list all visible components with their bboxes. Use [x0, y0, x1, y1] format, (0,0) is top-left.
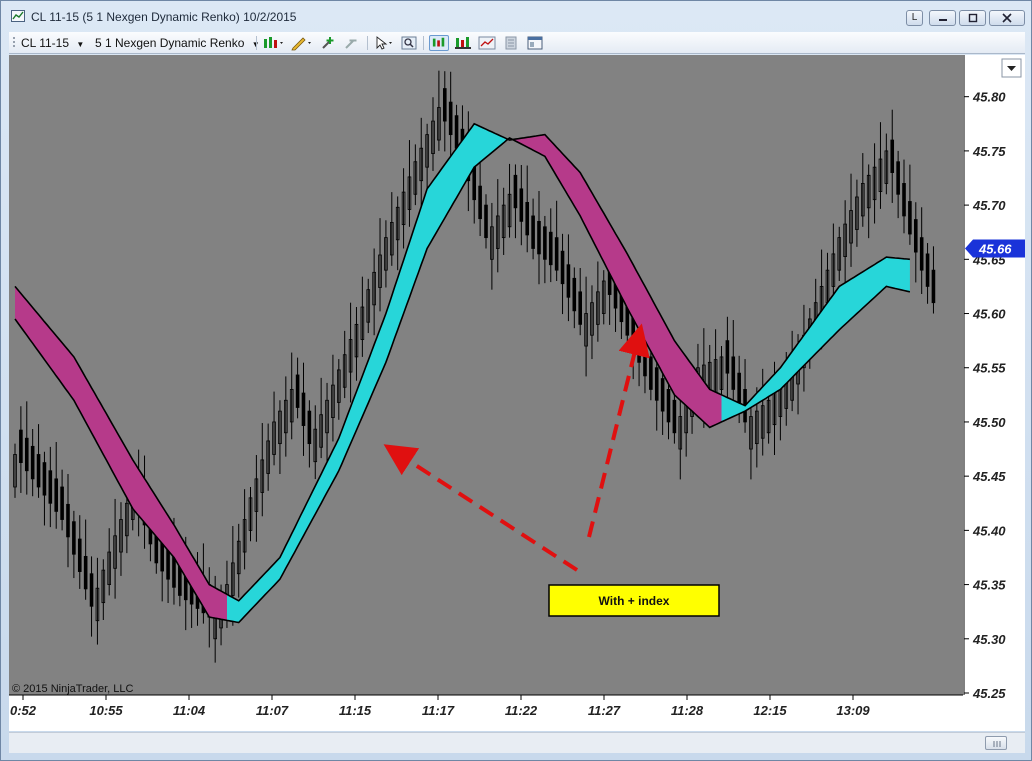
price-tick-label: 45.70: [972, 198, 1006, 213]
maximize-icon: [968, 13, 977, 23]
time-tick-label: 11:22: [505, 703, 538, 718]
price-tick-label: 45.45: [972, 469, 1006, 484]
price-axis[interactable]: 45.25 45.30 45.35 45.40 45.45 45.50 45.55 45.60…: [963, 55, 1025, 731]
time-tick-label: 11:15: [339, 703, 372, 718]
annotation-box: With + index: [548, 584, 720, 617]
minimize-button[interactable]: [929, 10, 956, 26]
cursor-icon[interactable]: [373, 35, 397, 51]
toolbar-separator: [367, 36, 368, 50]
scrollbar-thumb[interactable]: [985, 736, 1007, 750]
price-tick-label: 45.55: [972, 361, 1006, 376]
annotation-text: With + index: [599, 594, 670, 608]
time-tick-label: 11:28: [671, 703, 704, 718]
time-tick-label: 11:27: [588, 703, 621, 718]
price-tick-label: 45.75: [972, 144, 1006, 159]
bar-type-selector[interactable]: 5 1 Nexgen Dynamic Renko ▼: [95, 36, 260, 50]
indicators-icon[interactable]: [429, 35, 449, 51]
time-tick-label: 0:52: [10, 703, 37, 718]
zoom-out-icon[interactable]: [343, 35, 361, 51]
toolbar-separator: [423, 36, 424, 50]
chart-trader-icon[interactable]: [477, 35, 497, 51]
price-tick-label: 45.50: [972, 415, 1006, 430]
time-axis[interactable]: 0:52 10:55 11:04 11:07 11:15 11:17 11:22 11:27 1…: [9, 694, 963, 731]
search-icon[interactable]: [400, 35, 418, 51]
toolbar-grip-icon: [13, 37, 15, 47]
close-icon: [1002, 13, 1012, 23]
title-bar[interactable]: CL 11-15 (5 1 Nexgen Dynamic Renko) 10/2…: [1, 1, 1031, 31]
properties-icon[interactable]: [525, 35, 545, 51]
minimize-icon: [938, 19, 947, 21]
time-axis-area: [9, 695, 963, 731]
chart-toolbar: CL 11-15 ▼ 5 1 Nexgen Dynamic Renko ▼: [9, 32, 1025, 54]
price-tick-label: 45.80: [972, 90, 1006, 105]
last-price-label: 45.66: [978, 241, 1012, 256]
scroll-menu-button[interactable]: [1001, 58, 1022, 78]
copyright-text: © 2015 NinjaTrader, LLC: [12, 683, 133, 695]
window-title: CL 11-15 (5 1 Nexgen Dynamic Renko) 10/2…: [31, 10, 297, 24]
instrument-selector[interactable]: CL 11-15 ▼: [21, 36, 84, 50]
price-tick-label: 45.40: [972, 523, 1006, 538]
maximize-button[interactable]: [959, 10, 986, 26]
chart-panel[interactable]: 45.25 45.30 45.35 45.40 45.45 45.50 45.55 45.60…: [9, 55, 1025, 731]
price-chart[interactable]: 45.25 45.30 45.35 45.40 45.45 45.50 45.55 45.60…: [9, 55, 1025, 731]
link-button[interactable]: L: [906, 10, 923, 26]
time-tick-label: 12:15: [753, 703, 787, 718]
grip-icon: [993, 741, 1001, 747]
zoom-in-icon[interactable]: [320, 35, 338, 51]
instrument-label: CL 11-15: [21, 36, 70, 50]
time-tick-label: 10:55: [89, 703, 123, 718]
drawing-pencil-icon[interactable]: [290, 35, 314, 51]
time-tick-label: 11:04: [173, 703, 206, 718]
data-box-icon[interactable]: [501, 35, 521, 51]
price-tick-label: 45.25: [972, 686, 1006, 701]
horizontal-scrollbar[interactable]: [9, 732, 1025, 753]
time-tick-label: 11:17: [422, 703, 455, 718]
toolbar-separator: [256, 36, 257, 50]
price-tick-label: 45.30: [972, 632, 1006, 647]
chart-app-icon: [11, 10, 25, 22]
close-button[interactable]: [989, 10, 1025, 26]
bar-type-label: 5 1 Nexgen Dynamic Renko: [95, 36, 245, 50]
time-tick-label: 11:07: [256, 703, 289, 718]
price-tick-label: 45.35: [972, 578, 1006, 593]
last-price-tag: 45.66: [965, 239, 1025, 258]
chart-window: CL 11-15 (5 1 Nexgen Dynamic Renko) 10/2…: [0, 0, 1032, 761]
price-tick-label: 45.60: [972, 307, 1006, 322]
chevron-down-icon: ▼: [76, 40, 85, 49]
strategies-icon[interactable]: [453, 35, 473, 51]
time-tick-label: 13:09: [836, 703, 870, 718]
bar-style-icon[interactable]: [262, 35, 286, 51]
